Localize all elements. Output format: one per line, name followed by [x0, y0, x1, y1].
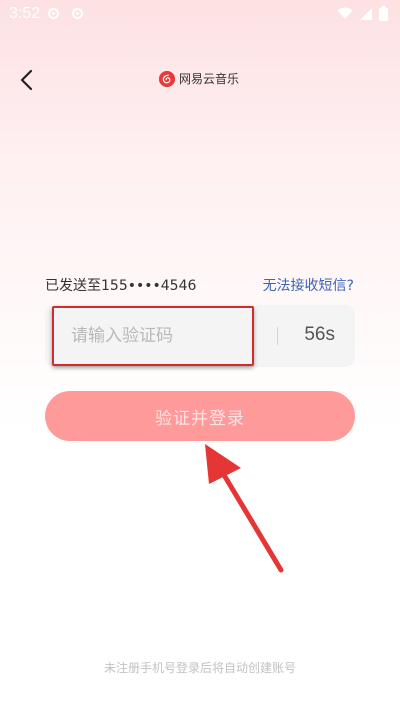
auto-register-note: 未注册手机号登录后将自动创建账号: [103, 661, 296, 675]
brand-name: 网易云音乐: [179, 72, 240, 86]
netease-status-icon: [48, 8, 59, 19]
status-bar: 3:52: [0, 0, 400, 30]
wifi-icon: [337, 7, 353, 19]
brand: 网易云音乐: [159, 70, 239, 87]
verification-code-box: 56s: [45, 305, 355, 367]
status-indicators: [337, 6, 388, 21]
verify-and-login-button[interactable]: 验证并登录: [45, 391, 355, 441]
divider: [277, 327, 278, 345]
battery-icon: [379, 6, 388, 21]
back-button[interactable]: [14, 66, 42, 94]
status-time: 3:52: [9, 5, 41, 22]
signal-icon: [360, 7, 372, 20]
resend-countdown: 56s: [304, 324, 335, 345]
chevron-left-icon: [20, 69, 33, 91]
verification-code-input[interactable]: [53, 305, 253, 367]
sent-to-label: 已发送至155••••4546: [45, 278, 197, 294]
annotation-arrow: [205, 444, 284, 573]
cannot-receive-sms-link[interactable]: 无法接收短信?: [263, 275, 354, 295]
netease-music-logo: [159, 70, 175, 87]
netease-status-icon: [72, 8, 83, 19]
